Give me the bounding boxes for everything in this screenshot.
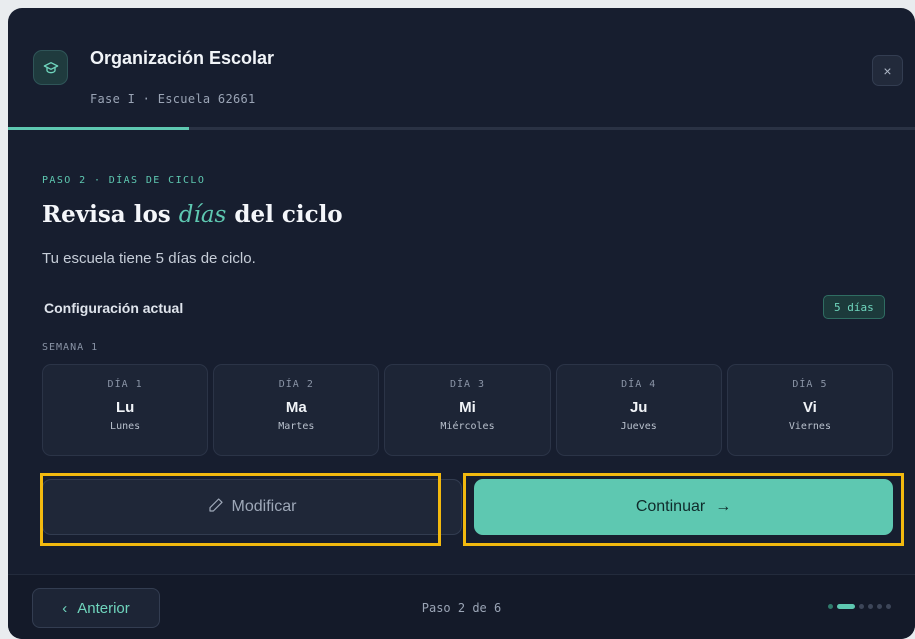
arrow-right-icon: → xyxy=(715,498,732,515)
continue-button-label: Continuar xyxy=(635,498,706,515)
heading-text-after: del ciclo xyxy=(226,201,343,228)
day-card: DÍA 5 Vi Viernes xyxy=(726,364,894,456)
heading-text-before: Revisa los xyxy=(42,201,179,228)
days-grid: DÍA 1 Lu Lunes DÍA 2 Ma Martes DÍA 3 Mi … xyxy=(42,364,894,456)
day-full-name: Viernes xyxy=(788,421,831,432)
progress-track xyxy=(8,127,915,130)
day-card: DÍA 1 Lu Lunes xyxy=(42,364,209,456)
step-heading: Revisa los días del ciclo xyxy=(42,201,343,228)
step-dot xyxy=(837,604,855,609)
step-dots xyxy=(828,604,891,609)
page-title: Organización Escolar xyxy=(90,48,275,68)
week-label: SEMANA 1 xyxy=(42,342,99,353)
day-abbreviation: Ju xyxy=(629,399,648,416)
page-indicator: Paso 2 de 6 xyxy=(421,601,502,615)
day-number: DÍA 5 xyxy=(792,379,828,390)
day-abbreviation: Lu xyxy=(115,399,135,416)
step-dot xyxy=(868,604,873,609)
modal-footer: ‹ Anterior Paso 2 de 6 xyxy=(8,574,915,639)
step-dot xyxy=(886,604,891,609)
pencil-icon xyxy=(208,497,224,518)
day-card: DÍA 2 Ma Martes xyxy=(213,364,380,456)
day-number: DÍA 4 xyxy=(621,379,657,390)
continue-button[interactable]: Continuar → xyxy=(474,479,893,535)
day-full-name: Martes xyxy=(278,421,315,432)
step-dot xyxy=(859,604,864,609)
days-count-badge: 5 días xyxy=(823,295,885,319)
page-subtitle: Fase I · Escuela 62661 xyxy=(90,92,256,106)
config-title: Configuración actual xyxy=(44,300,184,316)
day-card: DÍA 3 Mi Miércoles xyxy=(384,364,551,456)
day-full-name: Jueves xyxy=(620,421,657,432)
progress-fill xyxy=(8,127,190,130)
graduation-cap-icon xyxy=(33,50,68,85)
modal-header: Organización Escolar Fase I · Escuela 62… xyxy=(8,8,915,130)
day-number: DÍA 2 xyxy=(278,379,314,390)
day-abbreviation: Vi xyxy=(802,399,817,416)
close-icon: × xyxy=(883,62,892,79)
heading-emphasis: días xyxy=(178,202,227,228)
onboarding-modal: Organización Escolar Fase I · Escuela 62… xyxy=(8,8,915,639)
modify-button-label: Modificar xyxy=(231,498,297,515)
step-dot xyxy=(877,604,882,609)
day-number: DÍA 1 xyxy=(107,379,143,390)
modify-button[interactable]: Modificar xyxy=(42,479,462,535)
day-full-name: Lunes xyxy=(110,421,141,432)
day-abbreviation: Mi xyxy=(459,399,476,416)
step-dot xyxy=(828,604,833,609)
day-number: DÍA 3 xyxy=(449,379,486,390)
close-button[interactable]: × xyxy=(872,55,903,86)
day-card: DÍA 4 Ju Jueves xyxy=(555,364,722,456)
step-label: PASO 2 · DÍAS DE CICLO xyxy=(42,175,206,186)
day-full-name: Miércoles xyxy=(440,421,495,432)
step-description: Tu escuela tiene 5 días de ciclo. xyxy=(42,250,256,267)
day-abbreviation: Ma xyxy=(285,399,307,416)
